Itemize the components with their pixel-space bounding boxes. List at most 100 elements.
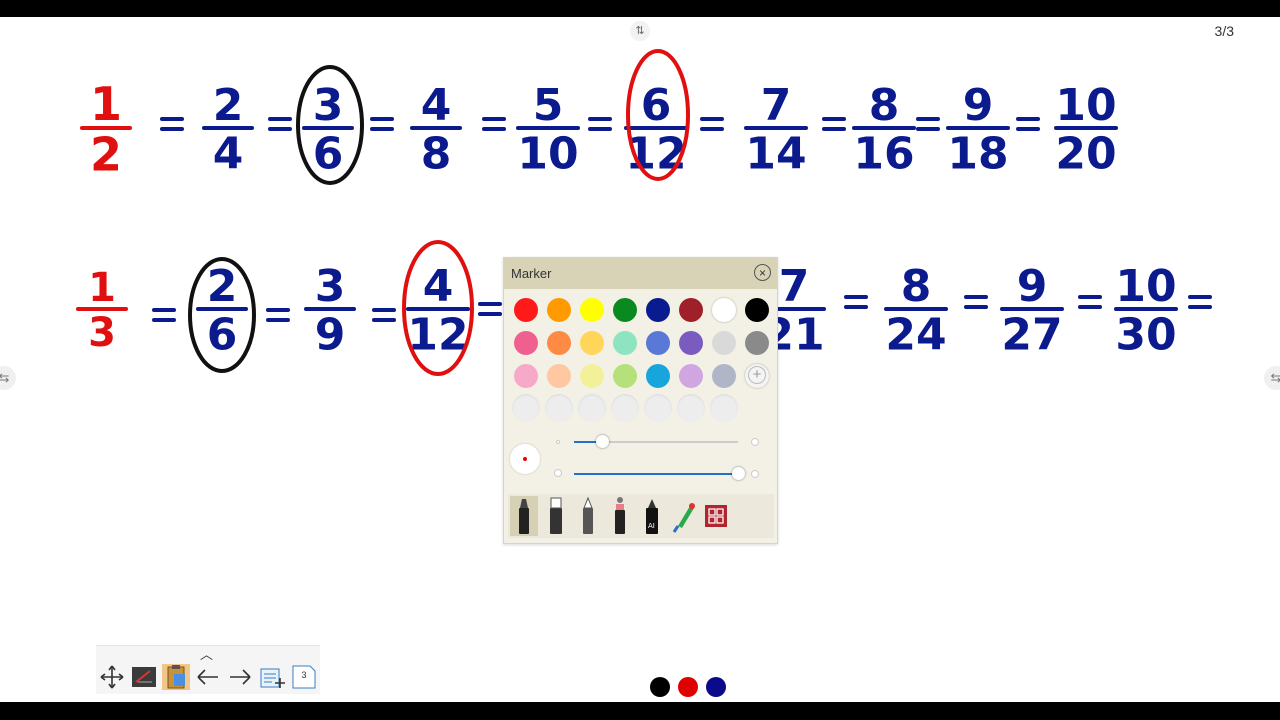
thickness-min-dot [556,440,560,444]
denominator: 16 [853,128,914,179]
svg-text:AI: AI [648,522,655,530]
color-swatch[interactable] [712,331,736,355]
color-swatch[interactable] [514,331,538,355]
pen-color-blue[interactable] [706,677,726,697]
color-swatch[interactable] [646,298,670,322]
page-number: 3 [301,670,307,680]
numerator: 7 [779,261,810,312]
arrow-right-icon[interactable] [226,664,254,690]
pen-color-red[interactable] [678,677,698,697]
color-swatch[interactable] [679,364,703,388]
denominator: 2 [90,127,122,181]
color-swatch[interactable] [613,364,637,388]
color-swatch[interactable] [745,331,769,355]
numerator: 5 [533,80,564,131]
numerator: 6 [641,80,672,131]
arrow-left-icon[interactable] [194,664,222,690]
empty-swatch[interactable] [512,394,540,422]
bottom-toolbar: ︿ 3 [96,645,320,694]
empty-swatch[interactable] [611,394,639,422]
numerator: 10 [1055,80,1116,131]
empty-swatch[interactable] [644,394,672,422]
color-swatch[interactable] [646,331,670,355]
pen-type-bar: AI [508,494,774,538]
opacity-knob[interactable] [732,467,745,480]
numerator: 2 [207,261,238,312]
empty-swatch[interactable] [710,394,738,422]
color-swatch[interactable] [547,331,571,355]
clipboard-icon[interactable] [162,664,190,690]
opacity-min-dot [554,469,562,477]
special-pen-icon[interactable] [606,496,634,536]
whiteboard-icon[interactable] [130,664,158,690]
numerator: 1 [88,265,116,311]
denominator: 3 [88,310,116,356]
color-swatch[interactable] [580,364,604,388]
highlighter-icon[interactable] [542,496,570,536]
color-swatch[interactable] [547,298,571,322]
empty-swatch[interactable] [578,394,606,422]
numerator: 4 [423,261,454,312]
color-swatch[interactable] [580,331,604,355]
opacity-slider[interactable] [574,467,745,480]
move-icon[interactable] [98,664,126,690]
close-icon[interactable]: × [754,264,771,281]
color-swatch[interactable] [679,298,703,322]
color-swatch[interactable] [646,364,670,388]
color-swatch[interactable] [613,331,637,355]
marker-panel: Marker × + AI [503,257,778,544]
thickness-max-dot [751,438,759,446]
numerator: 10 [1115,261,1176,312]
denominator: 20 [1055,128,1116,179]
color-swatch[interactable] [613,298,637,322]
numerator: 7 [761,80,792,131]
thickness-slider[interactable] [574,435,738,448]
numerator: 2 [213,80,244,131]
ai-pen-icon[interactable]: AI [638,496,666,536]
color-swatch[interactable] [679,331,703,355]
color-swatch[interactable] [547,364,571,388]
empty-swatch[interactable] [677,394,705,422]
denominator: 6 [207,309,238,360]
swap-vertical-icon[interactable]: ⇅ [630,21,650,41]
color-swatch[interactable] [745,298,769,322]
numerator: 3 [313,80,344,131]
numerator: 8 [901,261,932,312]
empty-swatch[interactable] [545,394,573,422]
denominator: 24 [885,309,946,360]
color-swatch[interactable] [712,364,736,388]
add-color-icon[interactable]: + [748,366,766,384]
marker-header: Marker × [504,258,777,289]
pen-color-black[interactable] [650,677,670,697]
marker-title: Marker [511,266,552,281]
pattern-brush-icon[interactable] [702,496,730,536]
parrot-brush-icon[interactable] [670,496,698,536]
denominator: 18 [947,128,1008,179]
denominator: 4 [213,128,244,179]
color-swatch[interactable] [514,298,538,322]
opacity-fill [574,473,738,475]
page-counter: 3/3 [1214,23,1234,39]
color-swatch[interactable] [712,298,736,322]
color-swatch[interactable] [580,298,604,322]
pen-preview [510,444,540,474]
numerator: 1 [90,77,122,131]
denominator: 14 [745,128,806,179]
marker-pen-icon[interactable] [510,496,538,536]
numerator: 8 [869,80,900,131]
chevron-up-icon[interactable]: ︿ [200,644,213,663]
felt-pen-icon[interactable] [574,496,602,536]
numerator: 4 [421,80,452,131]
pen-preview-dot [523,457,527,461]
denominator: 9 [315,309,346,360]
thickness-knob[interactable] [595,435,609,448]
opacity-max-dot [751,470,759,478]
page-list-icon[interactable]: 3 [290,664,318,690]
add-page-icon[interactable] [258,664,286,690]
numerator: 9 [1017,261,1048,312]
denominator: 8 [421,128,452,179]
whiteboard-canvas[interactable]: 1 2 2 4 3 6 4 8 5 10 6 12 7 14 8 16 9 18 10 20 1 3 2 6 3 9 4 12 7 21 8… [0,17,1280,702]
denominator: 10 [517,128,578,179]
color-swatch[interactable] [514,364,538,388]
denominator: 27 [1001,309,1062,360]
